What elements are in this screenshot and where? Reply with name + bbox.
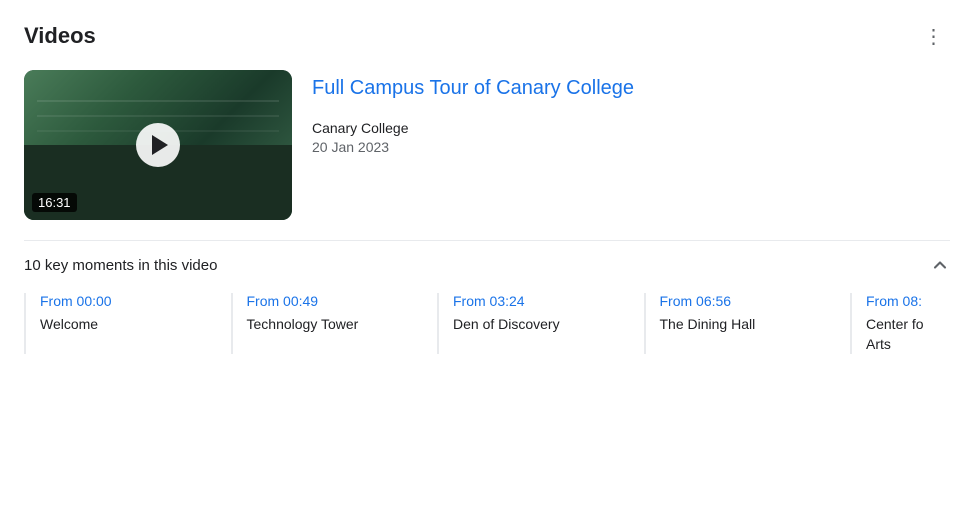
- moment-item-3: From 03:24 Den of Discovery: [437, 293, 644, 354]
- more-options-button[interactable]: ⋮: [918, 20, 950, 52]
- moment-2-timestamp[interactable]: From 00:49: [247, 293, 422, 309]
- moment-3-label: Den of Discovery: [453, 315, 628, 335]
- key-moments-title: 10 key moments in this video: [24, 257, 217, 274]
- video-card: 16:31 Full Campus Tour of Canary College…: [24, 70, 950, 220]
- moments-grid: From 00:00 Welcome From 00:49 Technology…: [24, 293, 950, 354]
- moment-4-timestamp[interactable]: From 06:56: [660, 293, 835, 309]
- play-button[interactable]: [136, 123, 180, 167]
- video-thumbnail[interactable]: 16:31: [24, 70, 292, 220]
- moment-1-label: Welcome: [40, 315, 215, 335]
- moment-3-timestamp[interactable]: From 03:24: [453, 293, 628, 309]
- key-moments-section: 10 key moments in this video From 00:00 …: [24, 240, 950, 354]
- videos-section-header: Videos ⋮: [24, 20, 950, 52]
- video-info: Full Campus Tour of Canary College Canar…: [312, 70, 950, 155]
- video-date: 20 Jan 2023: [312, 139, 950, 155]
- moment-1-timestamp[interactable]: From 00:00: [40, 293, 215, 309]
- collapse-chevron-icon[interactable]: [930, 255, 950, 275]
- section-title: Videos: [24, 23, 96, 49]
- moment-item-2: From 00:49 Technology Tower: [231, 293, 438, 354]
- video-title-link[interactable]: Full Campus Tour of Canary College: [312, 74, 950, 102]
- moment-5-label: Center fo Arts: [866, 315, 950, 354]
- moment-item-4: From 06:56 The Dining Hall: [644, 293, 851, 354]
- video-duration: 16:31: [32, 193, 77, 212]
- key-moments-header[interactable]: 10 key moments in this video: [24, 255, 950, 275]
- moment-item-5-partial: From 08: Center fo Arts: [850, 293, 950, 354]
- moment-5-timestamp[interactable]: From 08:: [866, 293, 950, 309]
- video-channel: Canary College: [312, 120, 950, 136]
- play-icon: [152, 135, 168, 155]
- moment-item-1: From 00:00 Welcome: [24, 293, 231, 354]
- moment-4-label: The Dining Hall: [660, 315, 835, 335]
- moment-2-label: Technology Tower: [247, 315, 422, 335]
